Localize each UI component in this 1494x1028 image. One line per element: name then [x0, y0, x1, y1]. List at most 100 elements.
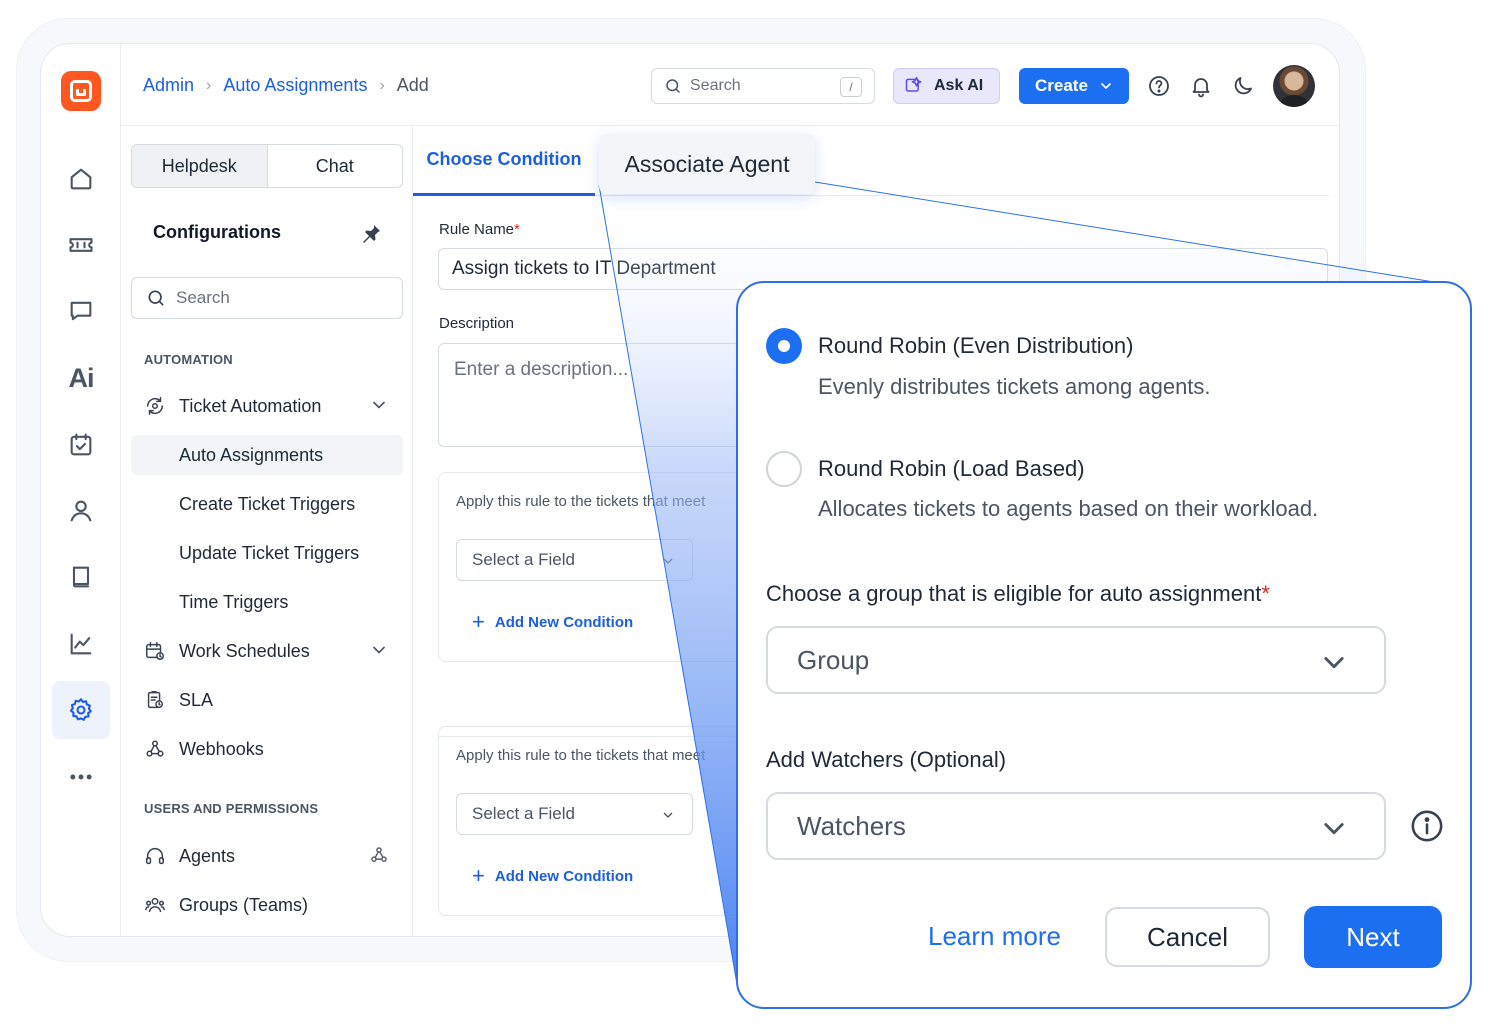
- nav-webhooks[interactable]: Webhooks: [131, 729, 403, 769]
- watchers-placeholder: Watchers: [797, 810, 906, 841]
- chevron-right-icon: ›: [379, 76, 385, 94]
- option-even-desc: Evenly distributes tickets among agents.: [818, 374, 1211, 399]
- sla-icon: [143, 688, 167, 712]
- nav-ticket-automation-label: Ticket Automation: [179, 395, 322, 416]
- bell-icon[interactable]: [1187, 72, 1215, 100]
- nav-update-ticket-triggers[interactable]: Update Ticket Triggers: [131, 533, 403, 573]
- avatar[interactable]: [1273, 65, 1315, 107]
- wizard-tabs: Choose Condition: [413, 126, 1329, 196]
- section-automation: AUTOMATION: [144, 352, 233, 367]
- ticket-icon[interactable]: [61, 225, 101, 265]
- nav-groups[interactable]: Groups (Teams): [131, 885, 403, 925]
- global-search-input[interactable]: Search /: [651, 68, 875, 104]
- nav-agents-label: Agents: [179, 845, 236, 866]
- rule-sentence-2: Apply this rule to the tickets that meet: [456, 747, 706, 764]
- headset-icon: [143, 844, 167, 868]
- search-icon: [666, 79, 680, 93]
- radio-even-distribution[interactable]: [766, 328, 802, 364]
- chevron-down-icon: [1324, 823, 1344, 835]
- chat-icon[interactable]: [61, 291, 101, 331]
- nav-groups-label: Groups (Teams): [179, 894, 309, 915]
- channel-toggle: Helpdesk Chat: [131, 144, 403, 188]
- learn-more-link[interactable]: Learn more: [928, 921, 1061, 952]
- section-users-permissions: USERS AND PERMISSIONS: [144, 801, 319, 816]
- plus-icon: +: [472, 863, 485, 888]
- chevron-down-icon[interactable]: [369, 640, 389, 660]
- watchers-label: Add Watchers (Optional): [766, 747, 1007, 772]
- add-condition-label-2: Add New Condition: [494, 867, 634, 885]
- tab-associate-agent[interactable]: Associate Agent: [599, 134, 815, 194]
- nav-create-ticket-triggers[interactable]: Create Ticket Triggers: [131, 484, 403, 524]
- segment-helpdesk[interactable]: Helpdesk: [132, 145, 268, 187]
- home-icon[interactable]: [61, 159, 101, 199]
- chart-icon[interactable]: [61, 624, 101, 664]
- rule-name-label: Rule Name*: [439, 221, 520, 238]
- breadcrumb: Admin › Auto Assignments › Add: [143, 75, 429, 96]
- select-field-dropdown-2[interactable]: Select a Field: [456, 793, 693, 835]
- select-field-label-2: Select a Field: [472, 804, 575, 823]
- next-button[interactable]: Next: [1304, 906, 1442, 968]
- book-icon[interactable]: [61, 557, 101, 597]
- description-label: Description: [439, 315, 515, 332]
- cancel-button[interactable]: Cancel: [1105, 907, 1270, 967]
- create-label: Create: [1035, 76, 1088, 95]
- configurations-title: Configurations: [153, 222, 281, 242]
- associate-agent-panel: Round Robin (Even Distribution) Evenly d…: [736, 281, 1472, 1009]
- sparkle-icon: [905, 76, 922, 92]
- tab-choose-condition[interactable]: Choose Condition: [413, 126, 595, 196]
- left-rail: Ai: [41, 44, 121, 936]
- breadcrumb-auto-assignments[interactable]: Auto Assignments: [223, 75, 367, 96]
- nav-ticket-automation[interactable]: Ticket Automation: [131, 386, 403, 426]
- group-dropdown[interactable]: Group: [766, 626, 1386, 694]
- user-icon[interactable]: [61, 491, 101, 531]
- chevron-down-icon: [1101, 83, 1111, 89]
- nav-sla[interactable]: SLA: [131, 680, 403, 720]
- plus-icon: +: [472, 609, 485, 634]
- automation-icon: [143, 394, 167, 418]
- chevron-down-icon: [663, 812, 673, 818]
- nav-work-schedules[interactable]: Work Schedules: [131, 631, 403, 671]
- config-search-placeholder: Search: [176, 288, 230, 307]
- config-search-input[interactable]: Search: [131, 277, 403, 319]
- add-new-condition-button-2[interactable]: + Add New Condition: [472, 865, 633, 887]
- webhook-icon: [369, 845, 389, 865]
- add-new-condition-button[interactable]: + Add New Condition: [472, 611, 633, 633]
- ai-icon[interactable]: Ai: [61, 358, 101, 398]
- configurations-panel: Helpdesk Chat Configurations Search AUTO…: [121, 126, 413, 936]
- calendar-check-icon[interactable]: [61, 425, 101, 465]
- ask-ai-button[interactable]: Ask AI: [893, 68, 1000, 104]
- group-label: Choose a group that is eligible for auto…: [766, 581, 1270, 606]
- pin-icon[interactable]: [359, 222, 383, 246]
- moon-icon[interactable]: [1229, 72, 1257, 100]
- help-icon[interactable]: [1145, 72, 1173, 100]
- select-field-dropdown[interactable]: Select a Field: [456, 539, 693, 581]
- ask-ai-label: Ask AI: [934, 77, 984, 94]
- nav-auto-assignments[interactable]: Auto Assignments: [131, 435, 403, 475]
- select-field-label: Select a Field: [472, 550, 575, 569]
- nav-work-schedules-label: Work Schedules: [179, 640, 310, 661]
- settings-icon[interactable]: [52, 681, 110, 739]
- option-load-title: Round Robin (Load Based): [818, 456, 1085, 481]
- search-shortcut-key: /: [840, 77, 862, 97]
- nav-time-triggers[interactable]: Time Triggers: [131, 582, 403, 622]
- chevron-down-icon[interactable]: [369, 395, 389, 415]
- watchers-dropdown[interactable]: Watchers: [766, 792, 1386, 860]
- top-bar: Admin › Auto Assignments › Add Search / …: [121, 44, 1339, 126]
- nav-agents[interactable]: Agents: [131, 836, 403, 876]
- nav-sla-label: SLA: [179, 689, 214, 710]
- create-button[interactable]: Create: [1019, 68, 1129, 104]
- group-placeholder: Group: [797, 644, 870, 675]
- more-icon[interactable]: [61, 757, 101, 797]
- breadcrumb-admin[interactable]: Admin: [143, 75, 194, 96]
- info-icon[interactable]: [1410, 809, 1444, 843]
- segment-chat[interactable]: Chat: [268, 145, 403, 187]
- chevron-down-icon: [663, 558, 673, 564]
- webhook-icon: [143, 737, 167, 761]
- brand-logo[interactable]: [61, 71, 101, 111]
- breadcrumb-current: Add: [396, 75, 429, 95]
- option-load-desc: Allocates tickets to agents based on the…: [818, 496, 1319, 521]
- chevron-right-icon: ›: [206, 76, 212, 94]
- chevron-down-icon: [1324, 657, 1344, 669]
- radio-load-based[interactable]: [766, 451, 802, 487]
- group-icon: [143, 893, 167, 917]
